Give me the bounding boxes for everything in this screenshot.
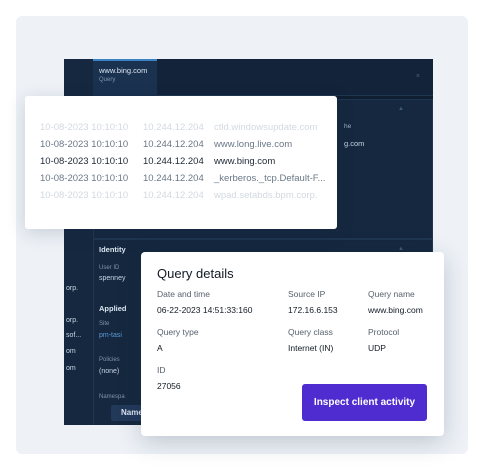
- query-ip: 10.244.12.204: [143, 190, 204, 201]
- query-date: 10-08-2023 10:10:10: [40, 139, 129, 150]
- id-value: 27056: [157, 381, 181, 391]
- query-ip: 10.244.12.204: [143, 173, 204, 184]
- site-label: Site: [99, 321, 110, 327]
- id-label: ID: [157, 365, 166, 375]
- close-icon[interactable]: ×: [416, 73, 420, 80]
- left-fragment: sof...: [66, 332, 82, 339]
- identity-heading: Identity: [99, 245, 126, 254]
- user-id-value: spenney: [99, 275, 126, 282]
- query-host: ctld.windowsupdate.com: [214, 122, 318, 133]
- query-name-value: www.bing.com: [368, 305, 423, 315]
- left-fragment: orp.: [66, 285, 79, 292]
- tab-title: www.bing.com: [99, 66, 148, 75]
- user-id-label: User ID: [99, 265, 120, 271]
- tab-subtitle: Query: [99, 77, 116, 83]
- query-class-value: Internet (IN): [288, 343, 334, 353]
- query-name-label: Query name: [368, 289, 415, 299]
- query-details-card: Query details Date and time 06-22-2023 1…: [141, 252, 444, 436]
- query-date: 10-08-2023 10:10:10: [40, 190, 129, 201]
- query-ip: 10.244.12.204: [143, 139, 204, 150]
- chevron-up-icon[interactable]: ▲: [398, 106, 404, 112]
- left-fragment: om: [66, 348, 76, 355]
- query-ip: 10.244.12.204: [143, 156, 204, 167]
- applied-heading: Applied: [99, 304, 127, 313]
- query-host: wpad.setabds.bpm.corp.: [214, 190, 318, 201]
- query-type-label: Query type: [157, 327, 199, 337]
- inspect-client-activity-button[interactable]: Inspect client activity: [302, 384, 427, 421]
- date-time-value: 06-22-2023 14:51:33:160: [157, 305, 253, 315]
- protocol-value: UDP: [368, 343, 386, 353]
- query-host: www.long.live.com: [214, 139, 293, 150]
- date-time-label: Date and time: [157, 289, 210, 299]
- query-date: 10-08-2023 10:10:10: [40, 156, 129, 167]
- source-ip-label: Source IP: [288, 289, 326, 299]
- query-class-label: Query class: [288, 327, 333, 337]
- namespace-label: Namespa: [99, 394, 125, 400]
- tab-www-bing-com[interactable]: www.bing.com Query: [93, 59, 157, 96]
- protocol-label: Protocol: [368, 327, 400, 337]
- source-ip-value: 172.16.6.153: [288, 305, 338, 315]
- query-list-card: 10-08-2023 10:10:10 10.244.12.204 ctld.w…: [25, 96, 337, 229]
- query-date: 10-08-2023 10:10:10: [40, 122, 129, 133]
- policies-value: (none): [99, 368, 120, 375]
- query-host: _kerberos._tcp.Default-F...: [214, 173, 326, 184]
- summary-fragment: he: [344, 123, 352, 130]
- query-ip: 10.244.12.204: [143, 122, 204, 133]
- site-link[interactable]: pm-tasi: [99, 332, 122, 339]
- query-date: 10-08-2023 10:10:10: [40, 173, 129, 184]
- left-fragment: om: [66, 365, 76, 372]
- query-type-value: A: [157, 343, 163, 353]
- policies-label: Policies: [99, 357, 120, 363]
- query-host: www.bing.com: [214, 156, 276, 167]
- details-title: Query details: [157, 266, 234, 281]
- summary-host-fragment: g.com: [344, 139, 365, 148]
- left-fragment: orp.: [66, 317, 79, 324]
